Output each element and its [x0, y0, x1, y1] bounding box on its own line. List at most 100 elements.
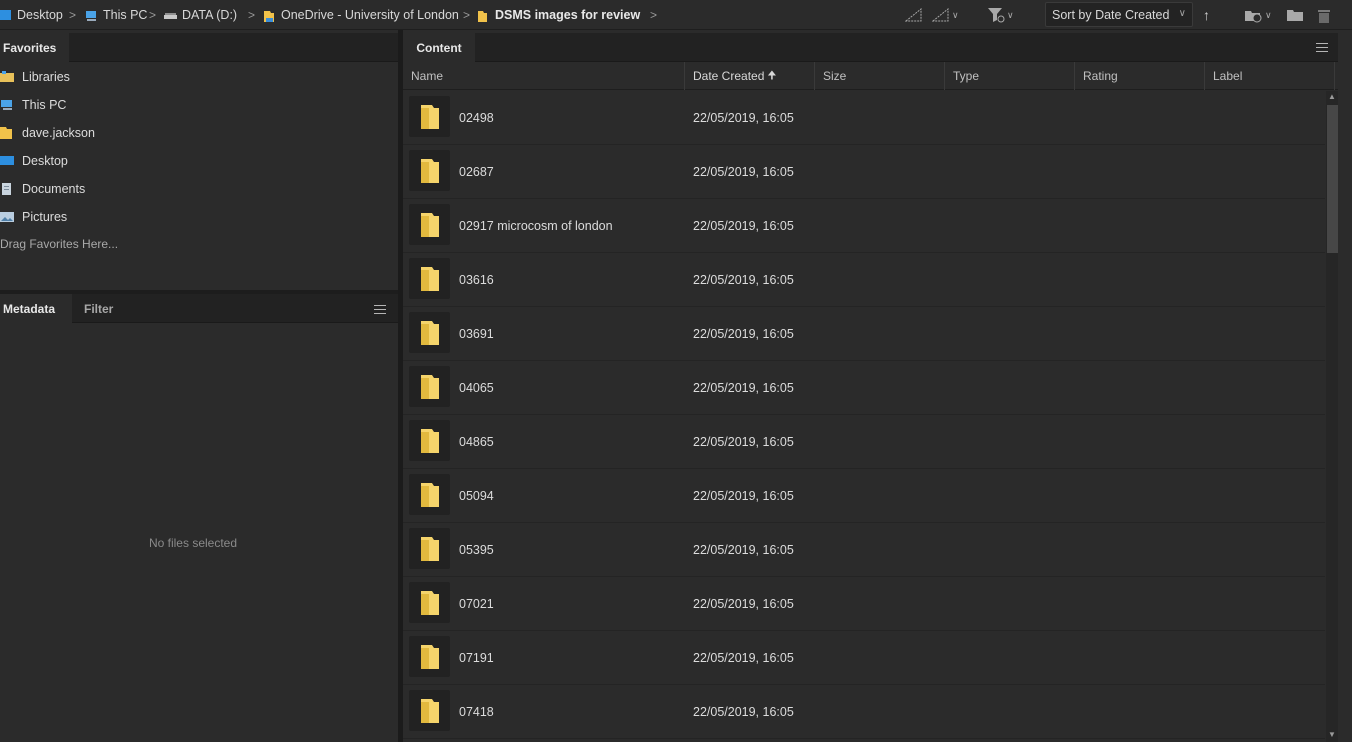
- favorite-item-pictures[interactable]: Pictures: [0, 203, 398, 231]
- item-name: 07418: [459, 705, 494, 719]
- list-item[interactable]: 02498 22/05/2019, 16:05: [403, 91, 1325, 145]
- column-label: Date Created: [693, 69, 765, 83]
- item-date-created: 22/05/2019, 16:05: [693, 651, 794, 665]
- folder-icon: [420, 644, 439, 669]
- breadcrumb-onedrive[interactable]: OneDrive - University of London: [263, 7, 459, 23]
- breadcrumb-this-pc[interactable]: This PC: [85, 7, 147, 23]
- breadcrumb-separator[interactable]: >: [69, 8, 76, 22]
- list-item[interactable]: 03616 22/05/2019, 16:05: [403, 253, 1325, 307]
- column-date-created[interactable]: Date Created 🠉: [685, 62, 815, 90]
- list-item[interactable]: 04065 22/05/2019, 16:05: [403, 361, 1325, 415]
- item-name: 03691: [459, 327, 494, 341]
- sort-dropdown[interactable]: Sort by Date Created ∨: [1045, 2, 1193, 27]
- folder-thumbnail: [409, 420, 450, 461]
- quality-filter-dropdown-icon[interactable]: ∨: [932, 6, 959, 24]
- empty-metadata-message: No files selected: [148, 536, 238, 550]
- quality-filter-icon[interactable]: [905, 6, 923, 24]
- favorites-tabstrip: Favorites: [0, 33, 398, 62]
- folder-icon: [420, 482, 439, 507]
- list-item[interactable]: 07191 22/05/2019, 16:05: [403, 631, 1325, 685]
- favorite-item-desktop[interactable]: Desktop: [0, 147, 398, 175]
- user-folder-icon: [0, 127, 12, 139]
- filter-items-icon[interactable]: ∨: [987, 6, 1014, 24]
- left-panel: Favorites Libraries This PC dave.jackson…: [0, 33, 398, 742]
- column-rating[interactable]: Rating: [1075, 62, 1205, 90]
- favorite-item-this-pc[interactable]: This PC: [0, 91, 398, 119]
- favorite-label: Desktop: [22, 154, 68, 168]
- desktop-icon: [0, 10, 11, 20]
- favorite-item-dave-jackson[interactable]: dave.jackson: [0, 119, 398, 147]
- item-date-created: 22/05/2019, 16:05: [693, 327, 794, 341]
- column-type[interactable]: Type: [945, 62, 1075, 90]
- chevron-down-icon: ∨: [952, 9, 959, 20]
- folder-icon: [420, 212, 439, 237]
- item-name: 05094: [459, 489, 494, 503]
- item-name: 02917 microcosm of london: [459, 219, 613, 233]
- list-item[interactable]: 04865 22/05/2019, 16:05: [403, 415, 1325, 469]
- breadcrumb-separator[interactable]: >: [149, 8, 156, 22]
- panel-menu-icon[interactable]: [374, 305, 386, 314]
- this-pc-icon: [85, 10, 97, 21]
- tab-metadata[interactable]: Metadata: [0, 294, 72, 323]
- column-label: Rating: [1083, 69, 1118, 83]
- panel-menu-icon[interactable]: [1316, 43, 1328, 52]
- list-item[interactable]: 05395 22/05/2019, 16:05: [403, 523, 1325, 577]
- sort-ascending-arrow-icon[interactable]: ↑: [1203, 6, 1210, 24]
- sort-ascending-arrow-icon: 🠉: [767, 69, 777, 82]
- drive-icon: [164, 10, 177, 21]
- folder-thumbnail: [409, 528, 450, 569]
- folder-thumbnail: [409, 690, 450, 731]
- favorite-label: Documents: [22, 182, 86, 196]
- scroll-up-arrow-icon[interactable]: ▲: [1328, 92, 1336, 101]
- chevron-down-icon: ∨: [1007, 9, 1014, 20]
- tab-content[interactable]: Content: [403, 33, 475, 62]
- column-label-header[interactable]: Label: [1205, 62, 1335, 90]
- sort-label: Sort by Date Created: [1052, 7, 1170, 22]
- item-name: 05395: [459, 543, 494, 557]
- folder-thumbnail: [409, 150, 450, 191]
- favorite-item-libraries[interactable]: Libraries: [0, 63, 398, 91]
- breadcrumb-separator[interactable]: >: [248, 8, 255, 22]
- folder-thumbnail: [409, 258, 450, 299]
- scroll-down-arrow-icon[interactable]: ▼: [1328, 730, 1336, 739]
- breadcrumb-label: OneDrive - University of London: [281, 8, 459, 22]
- vertical-scrollbar[interactable]: ▲ ▼: [1326, 91, 1338, 742]
- content-tabstrip: Content: [403, 33, 1338, 62]
- column-header-row: Name Date Created 🠉 Size Type Rating Lab…: [403, 62, 1338, 90]
- list-item[interactable]: 05094 22/05/2019, 16:05: [403, 469, 1325, 523]
- item-date-created: 22/05/2019, 16:05: [693, 435, 794, 449]
- documents-icon: [2, 183, 11, 195]
- breadcrumb-desktop[interactable]: Desktop: [0, 7, 63, 23]
- folder-thumbnail: [409, 582, 450, 623]
- item-date-created: 22/05/2019, 16:05: [693, 543, 794, 557]
- list-item[interactable]: 07418 22/05/2019, 16:05: [403, 685, 1325, 739]
- list-item[interactable]: 03691 22/05/2019, 16:05: [403, 307, 1325, 361]
- scrollbar-thumb[interactable]: [1327, 105, 1338, 253]
- open-recent-icon[interactable]: ∨: [1244, 6, 1272, 24]
- column-label: Size: [823, 69, 847, 83]
- breadcrumb-current-folder[interactable]: DSMS images for review: [477, 7, 640, 23]
- column-size[interactable]: Size: [815, 62, 945, 90]
- breadcrumb-data-drive[interactable]: DATA (D:): [164, 7, 237, 23]
- chevron-down-icon: ∨: [1265, 9, 1272, 20]
- folder-icon: [420, 428, 439, 453]
- list-item[interactable]: 02917 microcosm of london 22/05/2019, 16…: [403, 199, 1325, 253]
- metadata-tabstrip: Metadata Filter: [0, 294, 398, 323]
- breadcrumb-separator[interactable]: >: [650, 8, 657, 22]
- breadcrumb-label: This PC: [103, 8, 148, 22]
- tab-favorites[interactable]: Favorites: [0, 33, 69, 62]
- new-folder-icon[interactable]: [1286, 6, 1304, 24]
- list-item[interactable]: 07021 22/05/2019, 16:05: [403, 577, 1325, 631]
- column-name[interactable]: Name: [403, 62, 685, 90]
- folder-thumbnail: [409, 474, 450, 515]
- folder-thumbnail: [409, 204, 450, 245]
- tab-filter[interactable]: Filter: [81, 294, 116, 323]
- breadcrumb-separator[interactable]: >: [463, 8, 470, 22]
- item-date-created: 22/05/2019, 16:05: [693, 489, 794, 503]
- list-item[interactable]: 02687 22/05/2019, 16:05: [403, 145, 1325, 199]
- item-date-created: 22/05/2019, 16:05: [693, 273, 794, 287]
- folder-icon: [420, 698, 439, 723]
- delete-icon[interactable]: [1316, 6, 1332, 24]
- favorite-item-documents[interactable]: Documents: [0, 175, 398, 203]
- item-name: 07021: [459, 597, 494, 611]
